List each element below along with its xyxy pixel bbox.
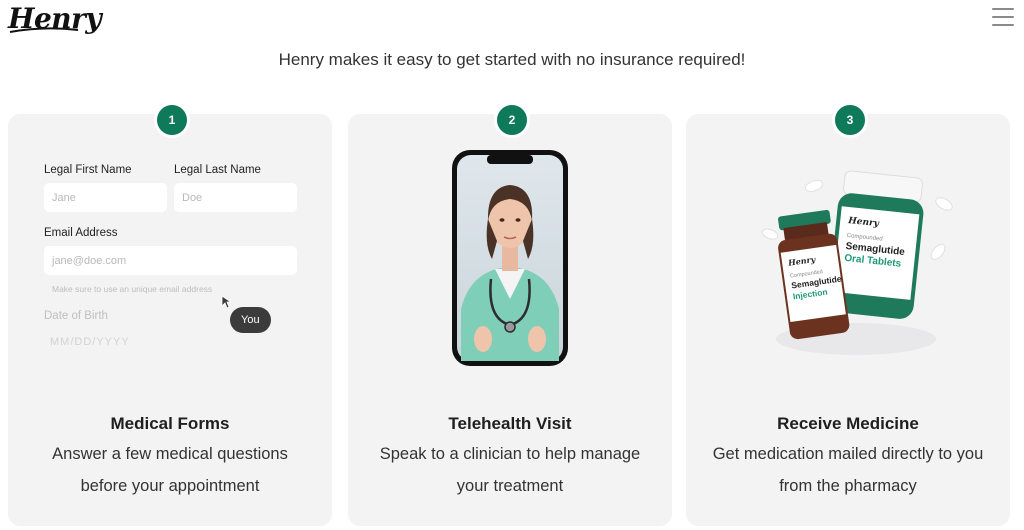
medication-bottles-illustration: Henry Compounded Semaglutide Oral Tablet… xyxy=(761,170,953,355)
phone-video-call-illustration xyxy=(452,150,568,366)
email-hint: Make sure to use an unique email address xyxy=(52,284,213,294)
step-card-medical-forms: Legal First Name Jane Legal Last Name Do… xyxy=(8,114,332,526)
step-card-telehealth: Telehealth Visit Speak to a clinician to… xyxy=(348,114,672,526)
hamburger-menu-icon[interactable] xyxy=(992,8,1014,26)
step-card-receive-medicine: Henry Compounded Semaglutide Oral Tablet… xyxy=(686,114,1010,526)
mouse-pointer-icon xyxy=(221,295,233,309)
last-name-label: Legal Last Name xyxy=(174,164,261,176)
logo-swoosh-icon xyxy=(9,27,79,33)
step-number-badge: 3 xyxy=(832,102,868,138)
step-number-badge: 2 xyxy=(494,102,530,138)
dob-label: Date of Birth xyxy=(44,310,108,322)
step-description: Speak to a clinician to help manage your… xyxy=(379,445,641,495)
dob-input[interactable]: MM/DD/YYYY xyxy=(50,336,130,358)
step-title: Receive Medicine xyxy=(777,414,919,433)
step-number-badge: 1 xyxy=(154,102,190,138)
first-name-label: Legal First Name xyxy=(44,164,132,176)
first-name-input[interactable]: Jane xyxy=(44,183,167,212)
email-input[interactable]: jane@doe.com xyxy=(44,246,297,275)
last-name-input[interactable]: Doe xyxy=(174,183,297,212)
cursor-you-label: You xyxy=(230,307,271,333)
step-description: Answer a few medical questions before yo… xyxy=(52,445,288,495)
page-tagline: Henry makes it easy to get started with … xyxy=(278,50,746,69)
step-description: Get medication mailed directly to you fr… xyxy=(712,445,984,495)
step-title: Medical Forms xyxy=(110,414,230,433)
email-label: Email Address xyxy=(44,227,118,239)
step-title: Telehealth Visit xyxy=(448,414,572,433)
